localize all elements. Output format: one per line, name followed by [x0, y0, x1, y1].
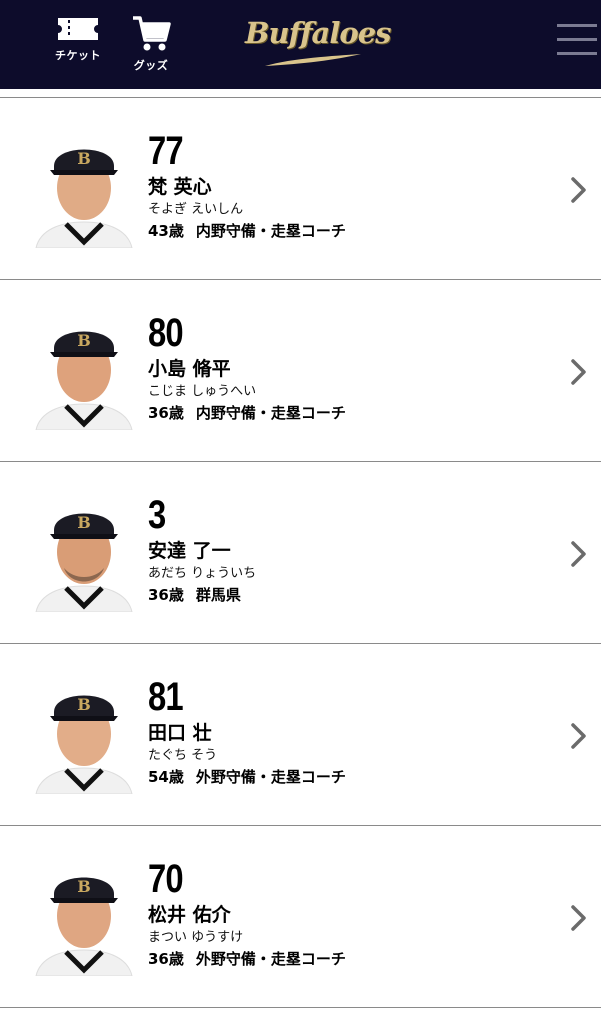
staff-role: 内野守備・走塁コーチ: [195, 404, 346, 422]
player-portrait-image: B: [35, 331, 133, 430]
staff-name: 安達 了一: [148, 540, 231, 562]
staff-name: 梵 英心: [148, 176, 212, 198]
goods-nav-button[interactable]: グッズ: [121, 14, 181, 73]
player-photo: B: [30, 858, 138, 976]
chevron-right-icon: [571, 723, 586, 749]
player-portrait-image: B: [35, 149, 133, 248]
staff-role: 外野守備・走塁コーチ: [195, 950, 346, 968]
app-header: チケット グッズ Buffaloes: [0, 0, 601, 89]
uniform-number: 3: [148, 493, 166, 537]
player-photo: B: [30, 312, 138, 430]
staff-age: 36歳: [148, 586, 184, 604]
svg-text:B: B: [77, 695, 91, 714]
staff-age: 43歳: [148, 222, 184, 240]
staff-row[interactable]: B 77 梵 英心 そよぎ えいしん 43歳 内野守備・走塁コーチ: [0, 98, 601, 280]
svg-text:B: B: [77, 331, 91, 350]
staff-detail: 43歳 内野守備・走塁コーチ: [148, 221, 346, 241]
staff-age: 36歳: [148, 950, 184, 968]
staff-name-kana: こじま しゅうへい: [148, 384, 257, 399]
staff-info: 80 小島 脩平 こじま しゅうへい 36歳 内野守備・走塁コーチ: [148, 312, 346, 423]
staff-role: 外野守備・走塁コーチ: [195, 768, 346, 786]
menu-line: [557, 52, 597, 55]
player-portrait-image: B: [35, 877, 133, 976]
staff-info: 77 梵 英心 そよぎ えいしん 43歳 内野守備・走塁コーチ: [148, 130, 346, 241]
uniform-number: 81: [148, 675, 184, 719]
uniform-number: 80: [148, 311, 184, 355]
staff-role: 内野守備・走塁コーチ: [195, 222, 346, 240]
chevron-right-icon: [571, 359, 586, 385]
staff-row[interactable]: B 80 小島 脩平 こじま しゅうへい 36歳 内野守備・走塁コーチ: [0, 280, 601, 462]
staff-name: 田口 壮: [148, 722, 212, 744]
staff-name-kana: たぐち そう: [148, 748, 218, 763]
player-photo: B: [30, 494, 138, 612]
staff-detail: 36歳 群馬県: [148, 585, 256, 605]
staff-row[interactable]: B 3 安達 了一 あだち りょういち 36歳 群馬県: [0, 462, 601, 644]
staff-name: 松井 佑介: [148, 904, 231, 926]
menu-line: [557, 38, 597, 41]
staff-name-kana: あだち りょういち: [148, 566, 257, 581]
staff-age: 36歳: [148, 404, 184, 422]
svg-text:B: B: [77, 513, 91, 532]
svg-text:B: B: [77, 877, 91, 896]
staff-age: 54歳: [148, 768, 184, 786]
menu-line: [557, 24, 597, 27]
staff-detail: 54歳 外野守備・走塁コーチ: [148, 767, 346, 787]
staff-info: 3 安達 了一 あだち りょういち 36歳 群馬県: [148, 494, 256, 605]
player-portrait-image: B: [35, 513, 133, 612]
logo-swoosh-icon: [265, 54, 361, 66]
ticket-nav-button[interactable]: チケット: [48, 14, 108, 63]
staff-detail: 36歳 内野守備・走塁コーチ: [148, 403, 346, 423]
staff-list: B 77 梵 英心 そよぎ えいしん 43歳 内野守備・走塁コーチ B 80 小…: [0, 98, 601, 1008]
buffaloes-logo[interactable]: Buffaloes: [245, 14, 391, 72]
chevron-right-icon: [571, 177, 586, 203]
logo-wordmark: Buffaloes: [245, 16, 391, 50]
staff-info: 70 松井 佑介 まつい ゆうすけ 36歳 外野守備・走塁コーチ: [148, 858, 346, 969]
player-portrait-image: B: [35, 695, 133, 794]
ticket-label: チケット: [55, 49, 101, 62]
staff-row[interactable]: B 81 田口 壮 たぐち そう 54歳 外野守備・走塁コーチ: [0, 644, 601, 826]
staff-detail: 36歳 外野守備・走塁コーチ: [148, 949, 346, 969]
shopping-cart-icon: [133, 16, 171, 51]
staff-info: 81 田口 壮 たぐち そう 54歳 外野守備・走塁コーチ: [148, 676, 346, 787]
staff-birthplace: 群馬県: [195, 586, 241, 604]
chevron-right-icon: [571, 905, 586, 931]
goods-label: グッズ: [133, 59, 169, 72]
staff-name: 小島 脩平: [148, 358, 231, 380]
uniform-number: 77: [148, 129, 184, 173]
svg-text:B: B: [77, 149, 91, 168]
ticket-icon: [58, 18, 98, 40]
chevron-right-icon: [571, 541, 586, 567]
staff-row[interactable]: B 70 松井 佑介 まつい ゆうすけ 36歳 外野守備・走塁コーチ: [0, 826, 601, 1008]
hamburger-menu-icon[interactable]: [557, 24, 597, 60]
player-photo: B: [30, 676, 138, 794]
uniform-number: 70: [148, 857, 184, 901]
staff-name-kana: まつい ゆうすけ: [148, 930, 244, 945]
player-photo: B: [30, 130, 138, 248]
staff-name-kana: そよぎ えいしん: [148, 202, 244, 217]
